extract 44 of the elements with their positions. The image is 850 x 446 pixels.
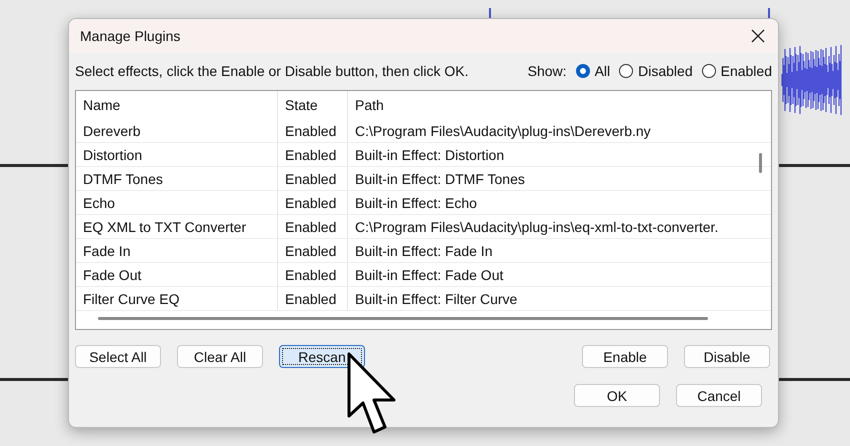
table-cell: Filter Curve EQ: [76, 287, 278, 310]
scrollbar-thumb[interactable]: [98, 317, 708, 320]
table-cell-text: Built-in Effect: Echo: [354, 194, 478, 212]
table-cell: Enabled: [278, 191, 348, 214]
table-cell: Enabled: [278, 167, 348, 190]
table-cell: Fade Out: [76, 263, 278, 286]
filter-radio[interactable]: Enabled: [702, 63, 772, 79]
table-cell-text: C:\Program Files\Audacity\plug-ins\eq-xml-to-txt-converter.: [354, 218, 720, 237]
table-cell-text: Built-in Effect: Fade In: [354, 242, 494, 260]
dialog-button[interactable]: Cancel: [676, 384, 762, 407]
table-cell-text: Built-in Effect: DTMF Tones: [354, 170, 526, 188]
close-icon[interactable]: [751, 29, 765, 43]
window-title: Manage Plugins: [80, 28, 180, 44]
table-cell: Fade In: [76, 239, 278, 262]
table-cell: Enabled: [278, 143, 348, 166]
table-cell: Echo: [76, 191, 278, 214]
table-cell-text: Built-in Effect: Fade Out: [354, 266, 504, 284]
table-cell: DTMF Tones: [76, 167, 278, 190]
action-button[interactable]: Select All: [75, 345, 161, 368]
action-button[interactable]: Disable: [684, 345, 770, 368]
column-header[interactable]: State: [278, 91, 348, 119]
table-cell: Enabled: [278, 239, 348, 262]
table-cell: Enabled: [278, 119, 348, 142]
scrollbar-thumb[interactable]: [759, 153, 762, 173]
plugin-list[interactable]: [75, 90, 772, 330]
column-header[interactable]: Path: [348, 91, 748, 119]
instruction-text: Select effects, click the Enable or Disable button, then click OK.: [75, 63, 468, 79]
filter-radio[interactable]: All: [576, 63, 610, 79]
table-cell: Enabled: [278, 263, 348, 286]
table-cell-text: C:\Program Files\Audacity\plug-ins\Dereverb.ny: [354, 122, 652, 141]
table-cell-text: Built-in Effect: Filter Curve: [354, 290, 518, 308]
show-label: Show:: [528, 63, 567, 79]
action-button[interactable]: Rescan: [279, 345, 365, 368]
filter-radio[interactable]: Disabled: [619, 63, 693, 79]
dialog-button[interactable]: OK: [574, 384, 660, 407]
table-cell-text: Built-in Effect: Distortion: [354, 146, 506, 164]
action-button[interactable]: Enable: [582, 345, 668, 368]
table-cell: Dereverb: [76, 119, 278, 142]
table-cell: Distortion: [76, 143, 278, 166]
action-button[interactable]: Clear All: [177, 345, 263, 368]
table-cell: Enabled: [278, 287, 348, 310]
table-cell: Enabled: [278, 215, 348, 238]
table-cell: EQ XML to TXT Converter: [76, 215, 278, 238]
column-header[interactable]: Name: [76, 91, 278, 119]
